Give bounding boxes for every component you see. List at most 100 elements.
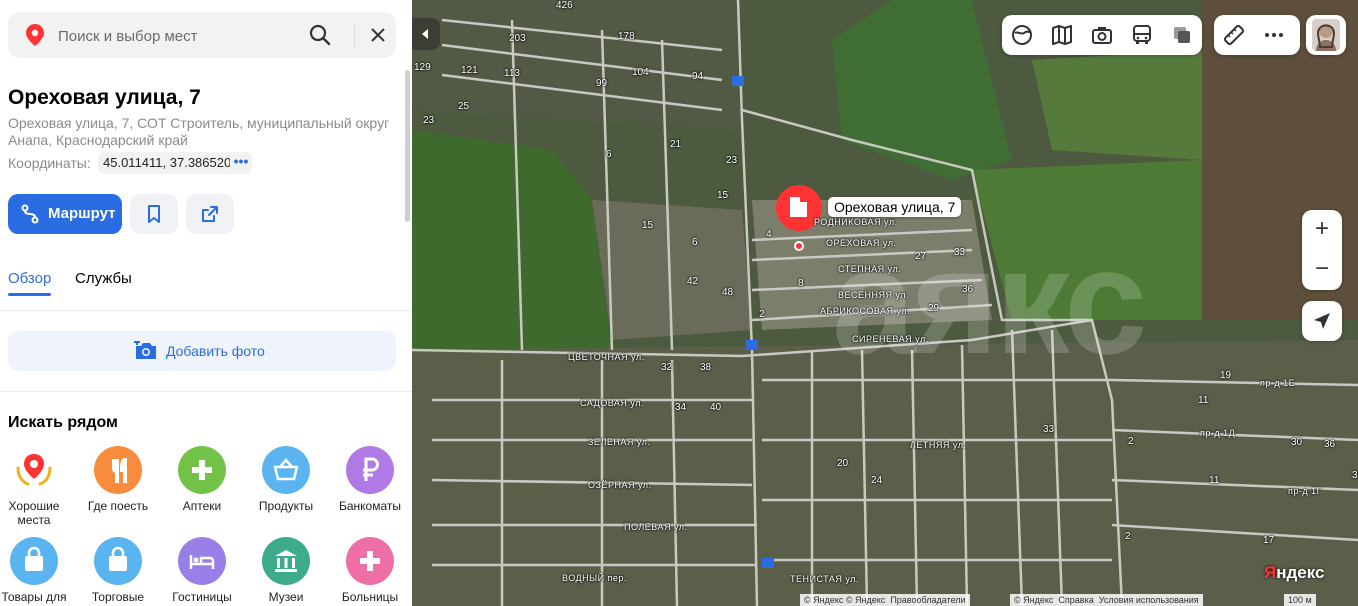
shopping-bag-icon (10, 537, 58, 585)
street-label: САДОВАЯ ул. (580, 398, 644, 408)
house-number: 21 (670, 139, 682, 150)
divider (0, 310, 412, 311)
map-scale: 100 м (1284, 594, 1316, 606)
category-good-places[interactable]: Хорошие места (0, 446, 76, 527)
category-food[interactable]: Где поесть (76, 446, 160, 513)
layers-icon[interactable] (1010, 23, 1034, 47)
house-number: 94 (692, 71, 704, 82)
category-museums[interactable]: Музеи (244, 537, 328, 604)
house-number: 42 (687, 276, 699, 287)
tools-toolbar (1214, 15, 1300, 55)
search-input[interactable] (56, 24, 300, 48)
category-pharmacy[interactable]: Аптеки (160, 446, 244, 513)
house-number: 2 (759, 309, 765, 320)
map-view[interactable]: аякс (412, 0, 1358, 606)
plus-icon (346, 537, 394, 585)
share-button[interactable] (186, 194, 234, 234)
street-label: АБРИКОСОВАЯ ул. (820, 306, 911, 316)
house-number: 4 (766, 229, 772, 240)
side-panel: Ореховая улица, 7 Ореховая улица, 7, СОТ… (0, 0, 413, 606)
house-number: 121 (461, 65, 478, 76)
copyright-owners-link[interactable]: Правообладатели (890, 595, 965, 605)
tab-services[interactable]: Службы (75, 270, 132, 287)
category-shopping[interactable]: Торговые (76, 537, 160, 604)
avatar[interactable] (1306, 15, 1346, 55)
house-number: 11 (1209, 475, 1220, 486)
good-places-icon (10, 446, 58, 494)
panorama-icon[interactable] (1090, 23, 1114, 47)
house-number: 20 (837, 458, 849, 469)
house-number: 6 (606, 149, 612, 160)
route-label: Маршрут (48, 205, 116, 222)
category-hotels[interactable]: Гостиницы (160, 537, 244, 604)
street-label: ЦВЕТОЧНАЯ ул. (568, 352, 645, 362)
category-label: Хорошие места (8, 499, 60, 527)
house-number: 11 (1198, 395, 1209, 406)
category-label: Больницы (341, 590, 399, 604)
category-hospitals[interactable]: Больницы (328, 537, 412, 604)
house-number: 36 (962, 284, 974, 295)
location-arrow-icon (1314, 313, 1330, 329)
zoom-in-button[interactable]: + (1302, 210, 1342, 250)
add-photo-button[interactable]: Добавить фото (8, 331, 396, 371)
route-icon (20, 204, 40, 229)
house-number: 99 (596, 78, 608, 89)
tab-overview[interactable]: Обзор (8, 270, 51, 287)
marker-label[interactable]: Ореховая улица, 7 (828, 197, 962, 217)
house-number: 40 (710, 402, 722, 413)
category-goods[interactable]: Товары для (0, 537, 76, 604)
bookmark-icon (148, 205, 160, 223)
category-label: Продукты (258, 499, 314, 513)
logo-first-letter: Я (1264, 563, 1277, 582)
plus-icon (178, 446, 226, 494)
house-number: 23 (423, 115, 435, 126)
search-icon[interactable] (308, 23, 334, 49)
ruler-icon[interactable] (1222, 23, 1246, 47)
house-number: 33 (954, 247, 966, 258)
user-avatar-icon (1312, 19, 1340, 51)
street-label: пр-д 1Д (1200, 428, 1236, 438)
route-button[interactable]: Маршрут (8, 194, 122, 234)
terms-link[interactable]: Условия использования (1099, 595, 1199, 605)
bed-icon (178, 537, 226, 585)
street-label: ЗЕЛЕНАЯ ул. (588, 437, 651, 447)
shopping-bag-icon (94, 537, 142, 585)
coords-value[interactable]: 45.011411, 37.386520 (98, 152, 238, 174)
zoom-out-button[interactable]: − (1302, 250, 1342, 290)
map-pin-icon (26, 24, 44, 51)
search-bar (8, 12, 396, 58)
category-atm[interactable]: Банкоматы (328, 446, 412, 513)
satellite-layer-icon[interactable] (1170, 23, 1194, 47)
scrollbar[interactable] (405, 70, 410, 222)
help-link[interactable]: Справка (1058, 595, 1093, 605)
more-icon[interactable]: ••• (230, 152, 252, 174)
place-title: Ореховая улица, 7 (8, 86, 201, 109)
house-number: 178 (618, 31, 635, 42)
nearby-title: Искать рядом (8, 414, 118, 431)
map-layers-toolbar (1002, 15, 1202, 55)
bookmark-button[interactable] (130, 194, 178, 234)
house-number: 36 (1352, 470, 1358, 481)
copyright-text: © Яндекс (1014, 595, 1054, 605)
house-number: 29 (928, 303, 940, 314)
place-address: Ореховая улица, 7, СОТ Строитель, муници… (8, 115, 390, 148)
house-number: 15 (717, 190, 729, 201)
house-number: 426 (556, 0, 573, 11)
close-icon[interactable] (368, 25, 390, 47)
collapse-panel-button[interactable] (412, 18, 440, 50)
ruble-icon (346, 446, 394, 494)
chevron-left-icon (422, 29, 428, 39)
house-number: 8 (798, 278, 804, 289)
category-label: Банкоматы (338, 499, 401, 513)
bus-icon[interactable] (1130, 23, 1154, 47)
locate-me-button[interactable] (1302, 301, 1342, 341)
category-grocery[interactable]: Продукты (244, 446, 328, 513)
street-label: СТЕПНАЯ ул. (838, 264, 902, 274)
more-icon[interactable] (1262, 23, 1286, 47)
street-label: ОРЕХОВАЯ ул. (826, 238, 897, 248)
street-label: ТЕНИСТАЯ ул. (790, 574, 859, 584)
copyright-2: © Яндекс Справка Условия использования (1010, 594, 1203, 606)
house-number: 6 (692, 237, 698, 248)
logo-rest: ндекс (1276, 563, 1325, 582)
map-book-icon[interactable] (1050, 23, 1074, 47)
